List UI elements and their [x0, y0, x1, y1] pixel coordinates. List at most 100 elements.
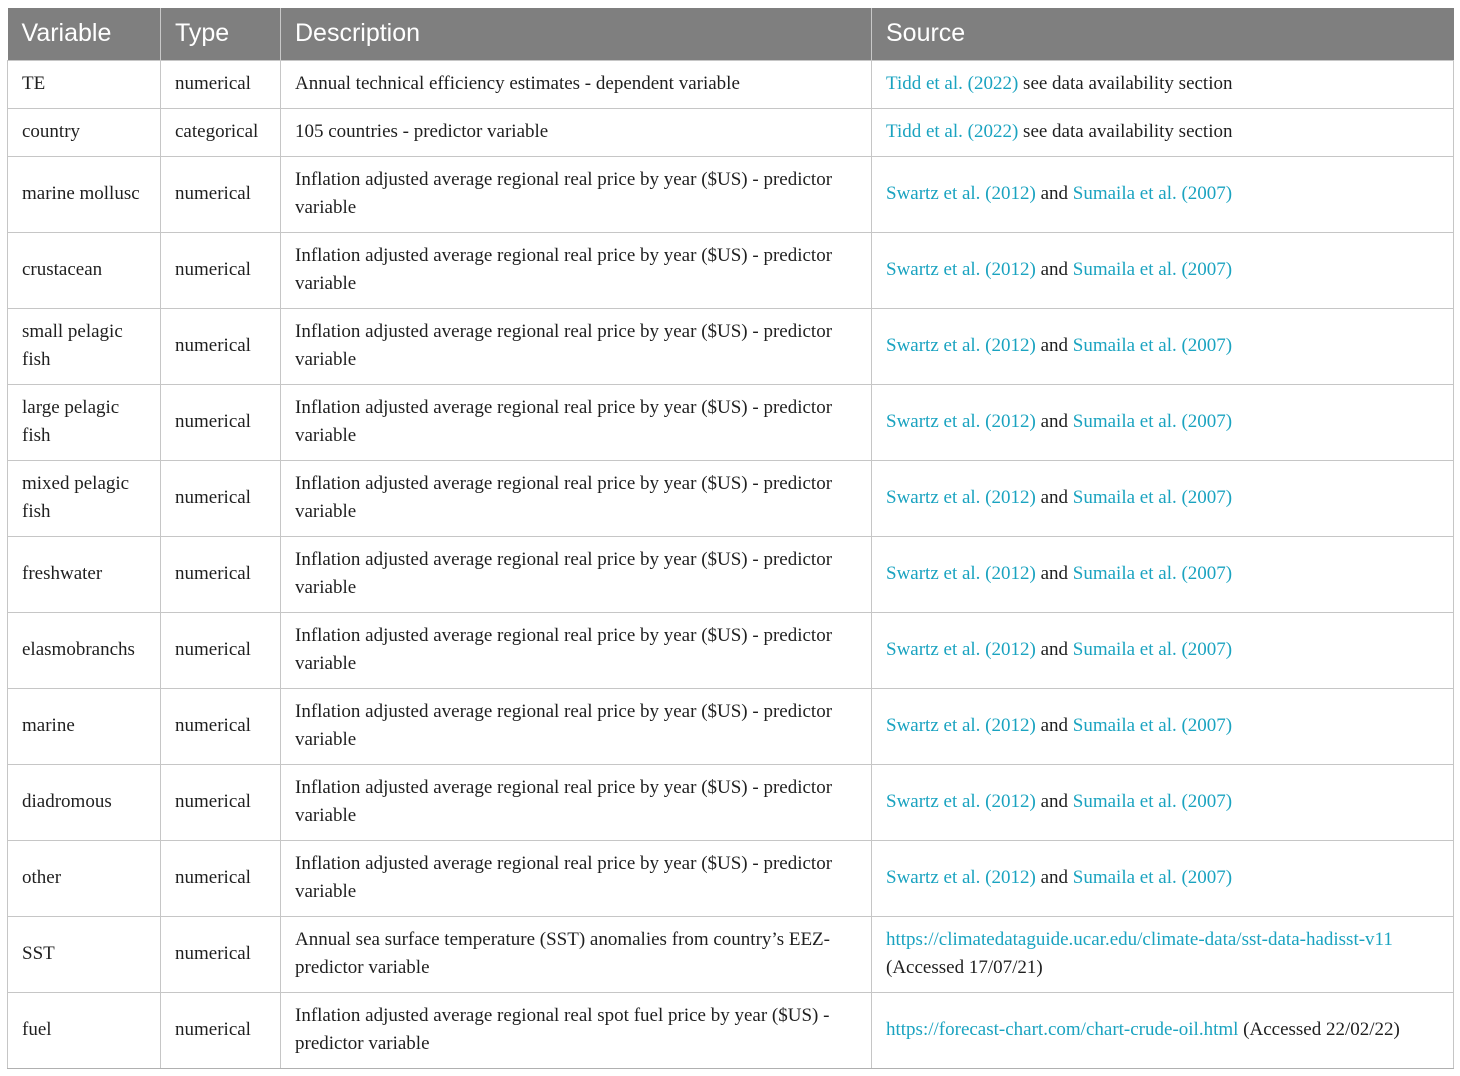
table-row: large pelagic fish numerical Inflation a…: [7, 383, 1454, 461]
cell-type: numerical: [160, 611, 281, 689]
cell-type: numerical: [160, 915, 281, 993]
cell-variable: TE: [7, 59, 161, 109]
cell-description: Inflation adjusted average regional real…: [280, 307, 872, 385]
cell-type: numerical: [160, 459, 281, 537]
cell-source: https://climatedataguide.ucar.edu/climat…: [871, 915, 1454, 993]
source-link-secondary[interactable]: Sumaila et al. (2007): [1073, 487, 1232, 508]
source-text: and: [1040, 335, 1069, 356]
cell-source: Tidd et al. (2022) see data availability…: [871, 59, 1454, 109]
header-row: Variable Type Description Source: [7, 8, 1454, 60]
cell-type: numerical: [160, 155, 281, 233]
table-header: Variable Type Description Source: [7, 8, 1454, 60]
source-text: and: [1040, 715, 1069, 736]
cell-source: Swartz et al. (2012) and Sumaila et al. …: [871, 535, 1454, 613]
table-row: freshwater numerical Inflation adjusted …: [7, 535, 1454, 613]
cell-variable: marine mollusc: [7, 155, 161, 233]
cell-type: numerical: [160, 535, 281, 613]
cell-type: categorical: [160, 107, 281, 157]
table-row: crustacean numerical Inflation adjusted …: [7, 231, 1454, 309]
cell-type: numerical: [160, 383, 281, 461]
cell-description: Inflation adjusted average regional real…: [280, 991, 872, 1069]
table-row: other numerical Inflation adjusted avera…: [7, 839, 1454, 917]
source-link[interactable]: Swartz et al. (2012): [886, 259, 1036, 280]
cell-type: numerical: [160, 763, 281, 841]
source-link-secondary[interactable]: Sumaila et al. (2007): [1073, 335, 1232, 356]
source-link[interactable]: Swartz et al. (2012): [886, 639, 1036, 660]
source-link-secondary[interactable]: Sumaila et al. (2007): [1073, 411, 1232, 432]
cell-variable: mixed pelagic fish: [7, 459, 161, 537]
table-row: mixed pelagic fish numerical Inflation a…: [7, 459, 1454, 537]
cell-source: Swartz et al. (2012) and Sumaila et al. …: [871, 839, 1454, 917]
cell-description: Inflation adjusted average regional real…: [280, 383, 872, 461]
cell-source: Swartz et al. (2012) and Sumaila et al. …: [871, 307, 1454, 385]
cell-description: Inflation adjusted average regional real…: [280, 459, 872, 537]
cell-type: numerical: [160, 307, 281, 385]
cell-variable: marine: [7, 687, 161, 765]
source-text: (Accessed 17/07/21): [886, 957, 1043, 978]
source-link-secondary[interactable]: Sumaila et al. (2007): [1073, 639, 1232, 660]
cell-variable: large pelagic fish: [7, 383, 161, 461]
cell-variable: country: [7, 107, 161, 157]
source-link-secondary[interactable]: Sumaila et al. (2007): [1073, 259, 1232, 280]
source-text: and: [1040, 791, 1069, 812]
cell-source: Swartz et al. (2012) and Sumaila et al. …: [871, 383, 1454, 461]
source-text: and: [1040, 867, 1069, 888]
cell-variable: elasmobranchs: [7, 611, 161, 689]
header-description: Description: [280, 8, 872, 60]
table-row: marine numerical Inflation adjusted aver…: [7, 687, 1454, 765]
source-link[interactable]: Swartz et al. (2012): [886, 715, 1036, 736]
cell-type: numerical: [160, 231, 281, 309]
cell-source: Tidd et al. (2022) see data availability…: [871, 107, 1454, 157]
source-text: and: [1040, 411, 1069, 432]
source-link[interactable]: Swartz et al. (2012): [886, 183, 1036, 204]
source-text: and: [1040, 259, 1069, 280]
table-row: diadromous numerical Inflation adjusted …: [7, 763, 1454, 841]
table-row: small pelagic fish numerical Inflation a…: [7, 307, 1454, 385]
source-text: see data availability section: [1023, 121, 1233, 142]
source-text: and: [1040, 639, 1069, 660]
source-link-secondary[interactable]: Sumaila et al. (2007): [1073, 791, 1232, 812]
header-variable: Variable: [7, 8, 161, 60]
header-type: Type: [160, 8, 281, 60]
table-row: fuel numerical Inflation adjusted averag…: [7, 991, 1454, 1069]
source-text: and: [1040, 183, 1069, 204]
source-link[interactable]: Tidd et al. (2022): [886, 73, 1018, 94]
source-text: see data availability section: [1023, 73, 1233, 94]
cell-description: Inflation adjusted average regional real…: [280, 839, 872, 917]
cell-source: https://forecast-chart.com/chart-crude-o…: [871, 991, 1454, 1069]
source-link[interactable]: Swartz et al. (2012): [886, 335, 1036, 356]
cell-description: 105 countries - predictor variable: [280, 107, 872, 157]
cell-description: Inflation adjusted average regional real…: [280, 535, 872, 613]
table-row: marine mollusc numerical Inflation adjus…: [7, 155, 1454, 233]
cell-source: Swartz et al. (2012) and Sumaila et al. …: [871, 231, 1454, 309]
source-link-secondary[interactable]: Sumaila et al. (2007): [1073, 867, 1232, 888]
header-source: Source: [886, 19, 966, 48]
cell-variable: small pelagic fish: [7, 307, 161, 385]
cell-description: Inflation adjusted average regional real…: [280, 611, 872, 689]
source-link[interactable]: Swartz et al. (2012): [886, 867, 1036, 888]
source-link[interactable]: Swartz et al. (2012): [886, 487, 1036, 508]
source-link[interactable]: Swartz et al. (2012): [886, 411, 1036, 432]
source-link[interactable]: https://climatedataguide.ucar.edu/climat…: [886, 929, 1393, 950]
cell-source: Swartz et al. (2012) and Sumaila et al. …: [871, 459, 1454, 537]
cell-description: Inflation adjusted average regional real…: [280, 155, 872, 233]
cell-variable: other: [7, 839, 161, 917]
source-link-secondary[interactable]: Sumaila et al. (2007): [1073, 563, 1232, 584]
cell-source: Swartz et al. (2012) and Sumaila et al. …: [871, 763, 1454, 841]
cell-source: Swartz et al. (2012) and Sumaila et al. …: [871, 155, 1454, 233]
table-body: TE numerical Annual technical efficiency…: [7, 59, 1454, 1069]
source-link-secondary[interactable]: Sumaila et al. (2007): [1073, 183, 1232, 204]
cell-variable: SST: [7, 915, 161, 993]
source-text: (Accessed 22/02/22): [1243, 1019, 1400, 1040]
cell-description: Inflation adjusted average regional real…: [280, 231, 872, 309]
source-link-secondary[interactable]: Sumaila et al. (2007): [1073, 715, 1232, 736]
source-link[interactable]: Tidd et al. (2022): [886, 121, 1018, 142]
source-link[interactable]: https://forecast-chart.com/chart-crude-o…: [886, 1019, 1238, 1040]
source-link[interactable]: Swartz et al. (2012): [886, 791, 1036, 812]
source-text: and: [1040, 487, 1069, 508]
cell-type: numerical: [160, 59, 281, 109]
table-row: country categorical 105 countries - pred…: [7, 107, 1454, 157]
cell-description: Inflation adjusted average regional real…: [280, 763, 872, 841]
cell-source: Swartz et al. (2012) and Sumaila et al. …: [871, 687, 1454, 765]
source-link[interactable]: Swartz et al. (2012): [886, 563, 1036, 584]
